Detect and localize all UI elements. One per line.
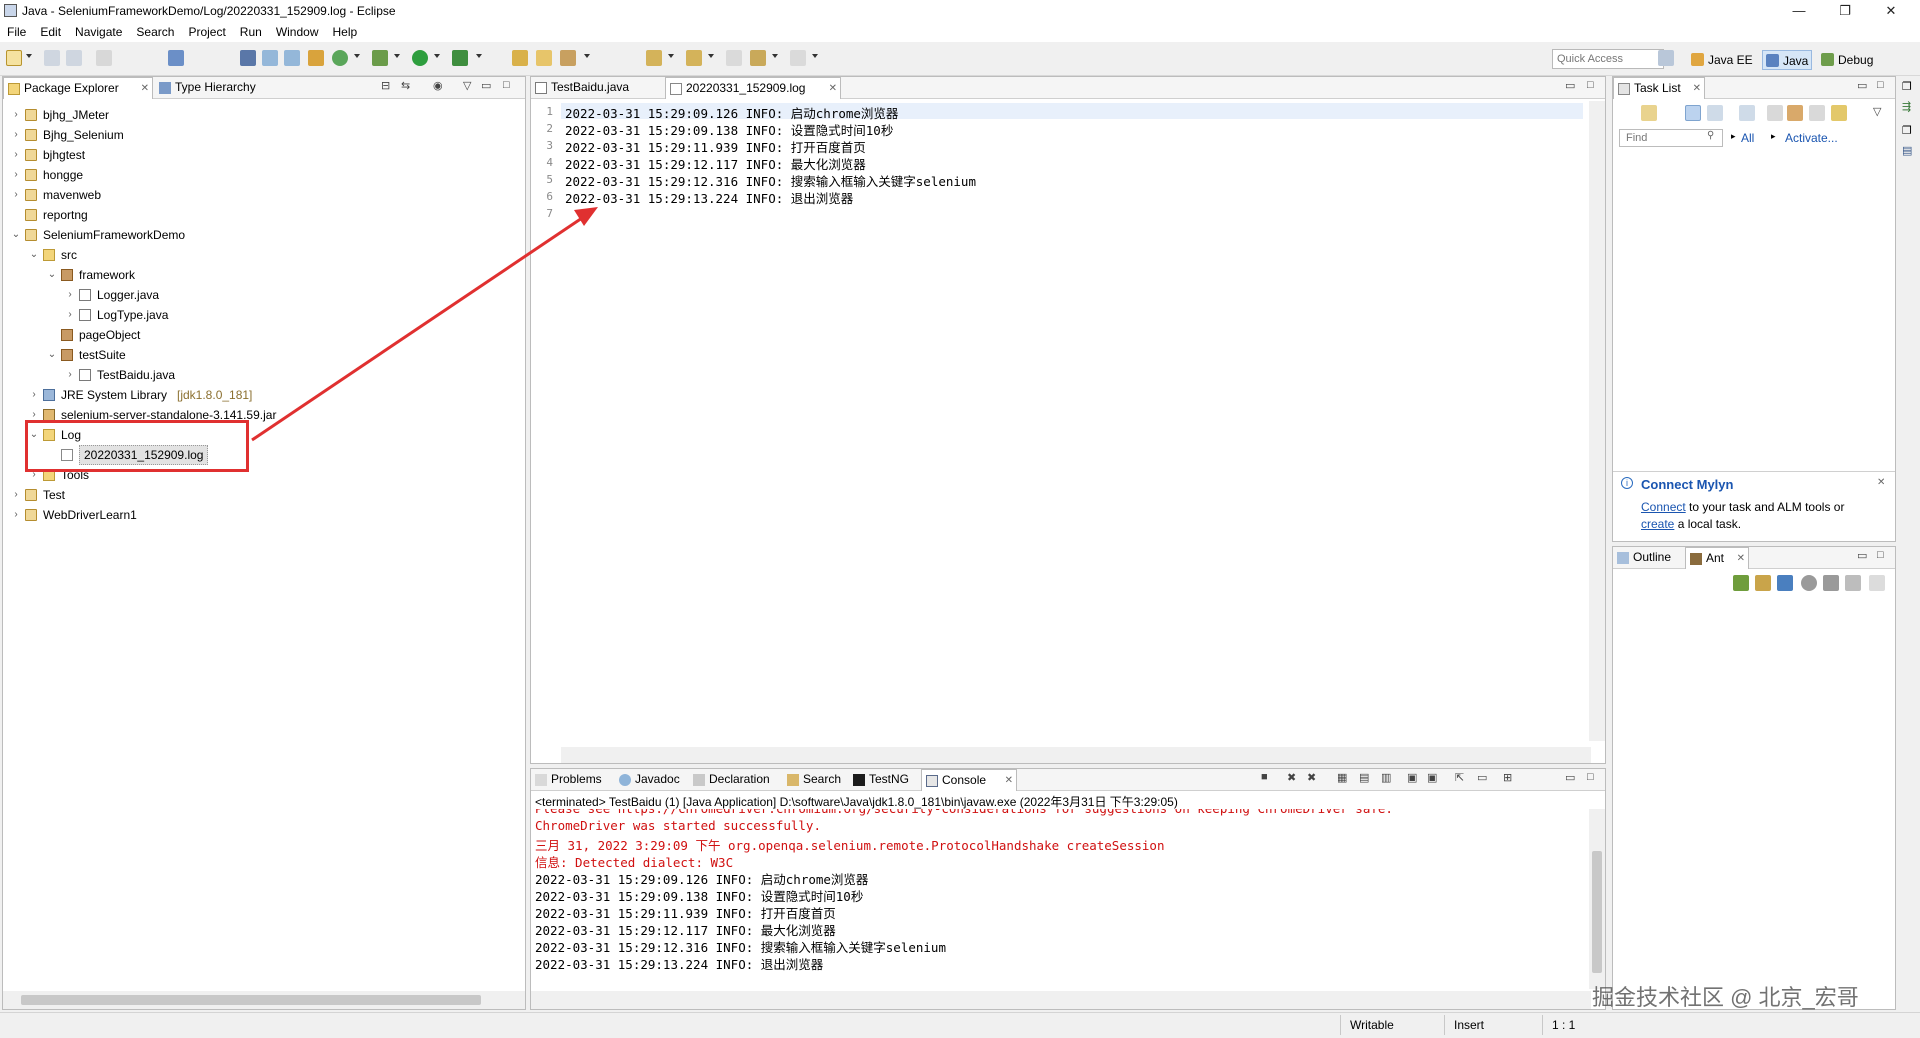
annotation-arrow xyxy=(251,207,598,442)
status-separator xyxy=(1542,1015,1543,1035)
status-writable: Writable xyxy=(1350,1018,1394,1032)
status-separator xyxy=(1444,1015,1445,1035)
status-insert: Insert xyxy=(1454,1018,1485,1032)
status-cursor-position: 1 : 1 xyxy=(1552,1018,1576,1032)
watermark: 掘金技术社区 @ 北京_宏哥 xyxy=(1592,985,1859,1010)
status-bar: Writable Insert 1 : 1 xyxy=(0,1012,1920,1038)
status-separator xyxy=(1340,1015,1341,1035)
